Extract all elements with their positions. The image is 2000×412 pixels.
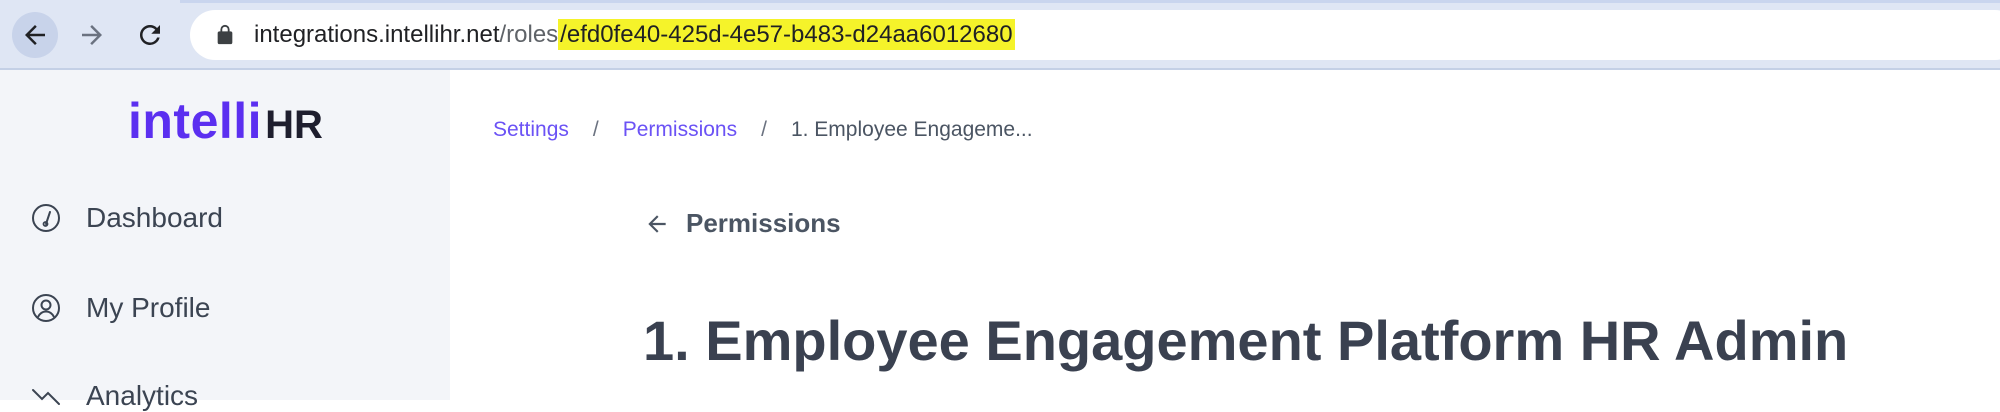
logo-text-main: intelli [128, 93, 263, 149]
user-circle-icon [30, 292, 62, 324]
browser-forward-button[interactable] [69, 12, 115, 58]
sidebar-item-label: My Profile [86, 292, 211, 323]
url-text: integrations.intellihr.net/roles/efd0fe4… [254, 19, 1015, 50]
logo-text-suffix: HR [265, 103, 323, 147]
back-link-label: Permissions [686, 208, 841, 238]
intellihr-logo[interactable]: intelli HR [128, 92, 323, 150]
browser-back-button[interactable] [12, 12, 58, 58]
chart-icon [30, 380, 62, 412]
reload-icon [139, 24, 160, 45]
url-path: /roles [499, 21, 559, 48]
breadcrumb-current: 1. Employee Engageme... [790, 118, 1033, 141]
breadcrumb-separator: / [761, 118, 767, 141]
breadcrumb-permissions[interactable]: Permissions [623, 118, 737, 142]
sidebar-item-analytics[interactable]: Analytics [30, 380, 198, 412]
address-bar[interactable]: integrations.intellihr.net/roles/efd0fe4… [190, 10, 2000, 60]
dashboard-gauge-icon [30, 202, 62, 234]
sidebar-item-my-profile[interactable]: My Profile [30, 292, 210, 324]
url-highlighted-id: /efd0fe40-425d-4e57-b483-d24aa6012680 [558, 19, 1015, 50]
arrow-right-icon [82, 25, 102, 45]
breadcrumb-separator: / [592, 118, 599, 141]
page-title: 1. Employee Engagement Platform HR Admin [643, 309, 1849, 372]
back-to-permissions-link[interactable]: Permissions [644, 208, 841, 239]
sidebar-item-label: Dashboard [86, 202, 223, 233]
sidebar: intelli HR Dashboard My Profile Analytic… [0, 70, 450, 411]
lock-icon[interactable] [214, 24, 236, 46]
arrow-left-icon [25, 25, 45, 45]
breadcrumb: Settings / Permissions / 1. Employee Eng… [493, 118, 1033, 142]
tab-strip-edge [180, 0, 2000, 3]
main-content: Settings / Permissions / 1. Employee Eng… [450, 70, 2000, 400]
sidebar-item-label: Analytics [86, 380, 199, 411]
url-domain: integrations.intellihr.net [254, 21, 500, 48]
breadcrumb-settings[interactable]: Settings [493, 118, 569, 142]
arrow-left-icon [648, 214, 666, 233]
sidebar-item-dashboard[interactable]: Dashboard [30, 202, 223, 234]
browser-toolbar: integrations.intellihr.net/roles/efd0fe4… [0, 0, 2000, 70]
browser-reload-button[interactable] [127, 12, 173, 58]
